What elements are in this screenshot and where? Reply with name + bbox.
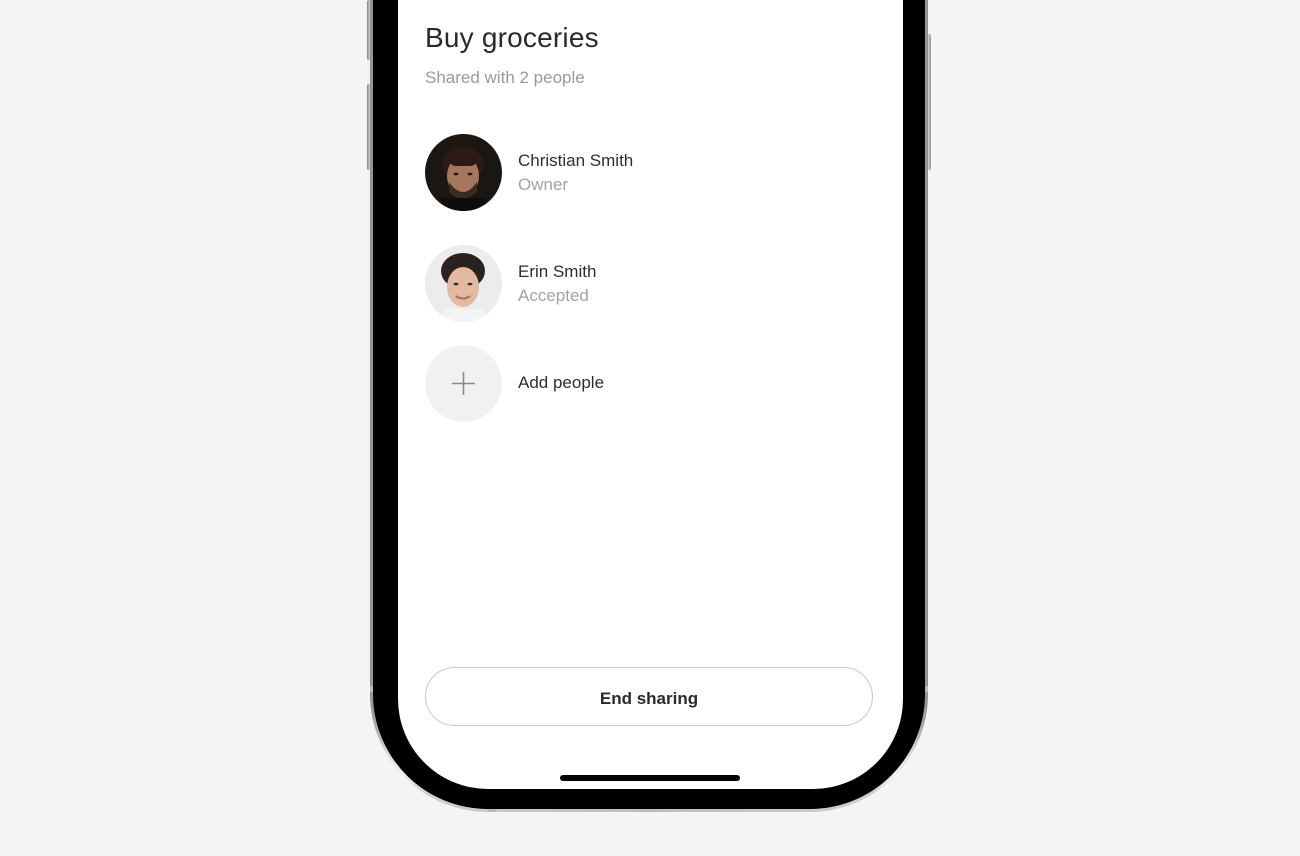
plus-icon: [452, 372, 475, 395]
phone-screen: Buy groceries Shared with 2 people Chris…: [398, 0, 903, 789]
man-portrait-icon: [425, 134, 502, 211]
end-sharing-button[interactable]: End sharing: [425, 667, 873, 726]
add-people-button[interactable]: Add people: [425, 345, 865, 423]
person-name: Erin Smith: [518, 262, 597, 281]
home-indicator: [560, 775, 740, 781]
device-stage: Buy groceries Shared with 2 people Chris…: [0, 0, 1300, 856]
add-people-label: Add people: [518, 373, 605, 392]
person-role: Owner: [518, 175, 569, 194]
add-people-circle[interactable]: [425, 345, 502, 422]
avatar: [425, 134, 502, 211]
list-item-person[interactable]: Christian Smith Owner: [425, 134, 865, 212]
page-title: Buy groceries: [425, 22, 599, 53]
person-name: Christian Smith: [518, 151, 634, 170]
list-item-person[interactable]: Erin Smith Accepted: [425, 245, 865, 323]
share-count-subtitle: Shared with 2 people: [425, 68, 585, 87]
person-role: Accepted: [518, 286, 589, 305]
avatar: [425, 245, 502, 322]
woman-portrait-icon: [425, 245, 502, 322]
